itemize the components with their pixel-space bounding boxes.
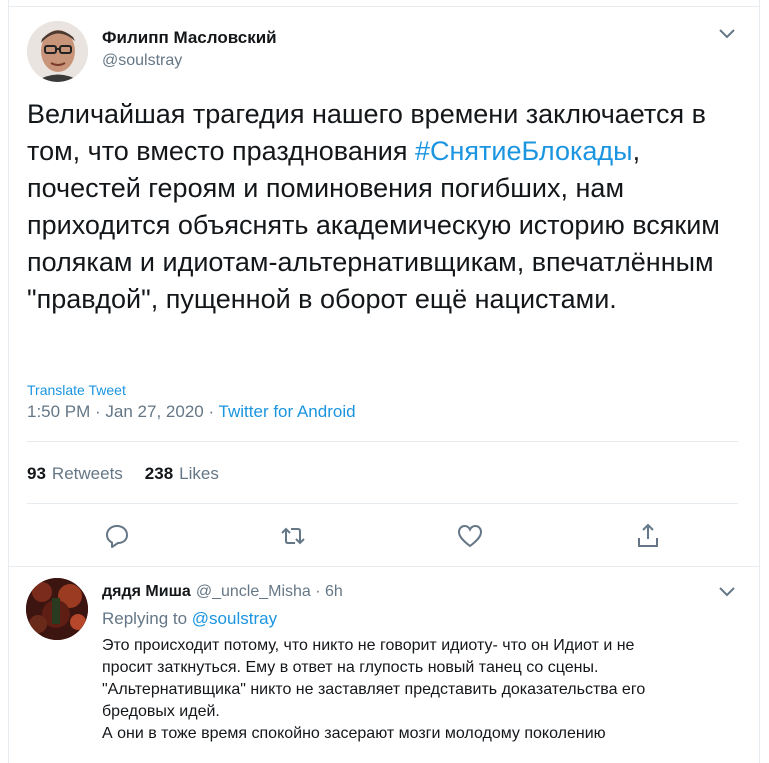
reply-text-line: "Альтернативщика" никто не заставляет пр… [102, 681, 646, 698]
divider [27, 441, 738, 442]
replying-to-mention[interactable]: @soulstray [192, 609, 277, 628]
reply-menu-chevron-down-icon[interactable] [718, 586, 736, 598]
retweet-icon[interactable] [279, 522, 307, 550]
divider [27, 503, 738, 504]
tweet-date[interactable]: Jan 27, 2020 [105, 402, 203, 421]
tweet-time[interactable]: 1:50 PM [27, 402, 90, 421]
frame-right-border [759, 0, 760, 763]
reply-icon[interactable] [103, 522, 131, 550]
share-icon[interactable] [634, 522, 662, 550]
translate-tweet-link[interactable]: Translate Tweet [27, 382, 126, 398]
author-handle[interactable]: @soulstray [102, 52, 182, 70]
retweets-stat[interactable]: 93 Retweets [27, 464, 123, 483]
tweet-source-link[interactable]: Twitter for Android [219, 402, 356, 421]
reply-avatar-image [26, 578, 88, 640]
reply-header: дядя Миша @_uncle_Misha · 6h [102, 583, 343, 601]
reply-text-line: просит заткнуться. Ему в ответ на глупос… [102, 659, 599, 676]
likes-count: 238 [144, 464, 174, 483]
replying-to-label: Replying to [102, 609, 192, 628]
likes-label: Likes [179, 464, 219, 483]
tweet-text: Величайшая трагедия нашего времени заклю… [27, 96, 737, 318]
reply-author-name[interactable]: дядя Миша [102, 583, 191, 600]
reply-author-handle[interactable]: @_uncle_Misha · 6h [196, 583, 343, 600]
frame-top-border [8, 6, 760, 7]
section-separator [8, 566, 760, 567]
meta-separator: · [90, 402, 106, 421]
tweet-meta: 1:50 PM · Jan 27, 2020 · Twitter for And… [27, 402, 356, 422]
reply-text-line: бредовых идей. [102, 703, 220, 720]
tweet-stats: 93 Retweets 238 Likes [27, 464, 219, 484]
tweet-menu-chevron-down-icon[interactable] [718, 28, 736, 40]
hashtag-link[interactable]: #СнятиеБлокады [415, 136, 633, 166]
retweets-label: Retweets [51, 464, 123, 483]
reply-text: Это происходит потому, что никто не гово… [102, 635, 742, 745]
reply-author-avatar[interactable] [26, 578, 88, 640]
meta-separator: · [203, 402, 219, 421]
replying-to: Replying to @soulstray [102, 609, 277, 629]
reply-text-line: А они в тоже время спокойно засерают моз… [102, 725, 606, 742]
author-name[interactable]: Филипп Масловский [102, 28, 277, 48]
author-avatar[interactable] [27, 21, 88, 82]
author-avatar-image [27, 21, 88, 82]
reply-text-line: Это происходит потому, что никто не гово… [102, 637, 635, 654]
frame-left-border [8, 0, 9, 763]
retweets-count: 93 [27, 464, 46, 483]
like-icon[interactable] [456, 522, 484, 550]
likes-stat[interactable]: 238 Likes [145, 464, 219, 483]
